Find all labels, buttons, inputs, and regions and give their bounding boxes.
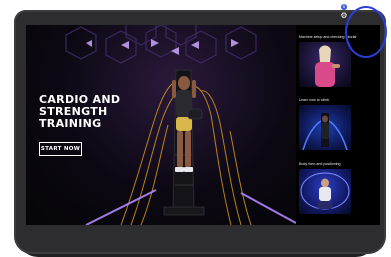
video-sidebar: Machine setup and checking tutorial Lear… <box>296 25 380 225</box>
seated-trainer-thumbnail[interactable] <box>299 169 351 214</box>
video-item[interactable]: Body form and positioning <box>299 162 377 214</box>
hero-title: CARDIO AND STRENGTH TRAINING <box>39 94 159 130</box>
hex-ceiling-pattern <box>65 25 257 64</box>
video-title: Machine setup and checking tutorial <box>299 35 357 39</box>
climber-thumbnail[interactable] <box>299 105 351 150</box>
start-now-button[interactable]: START NOW <box>39 142 82 156</box>
info-icon[interactable]: i <box>341 4 347 10</box>
gear-icon[interactable]: ⚙ <box>340 12 348 20</box>
climber-thumbnail-art <box>302 113 348 150</box>
hero-banner: CARDIO AND STRENGTH TRAINING START NOW <box>26 25 296 225</box>
video-title: Learn how to climb <box>299 98 330 102</box>
hero-title-line: TRAINING <box>39 117 102 130</box>
seated-trainer-thumbnail-art <box>300 172 350 210</box>
video-item[interactable]: Machine setup and checking tutorial <box>299 35 377 87</box>
screen: CARDIO AND STRENGTH TRAINING START NOW M… <box>26 25 380 225</box>
trainer-thumbnail-art <box>315 45 340 87</box>
video-item[interactable]: Learn how to climb <box>299 98 377 150</box>
video-title: Body form and positioning <box>299 162 341 166</box>
trainer-thumbnail[interactable] <box>299 42 351 87</box>
